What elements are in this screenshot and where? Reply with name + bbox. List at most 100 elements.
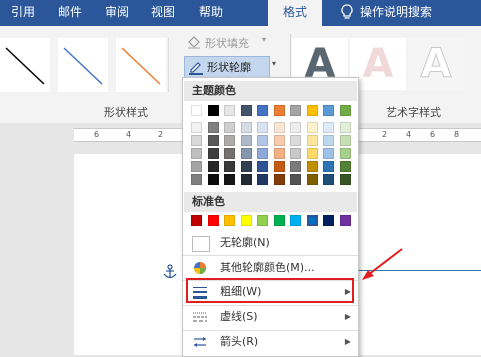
theme-shade-swatch[interactable] [241,122,252,133]
standard-color-swatch[interactable] [257,215,268,226]
theme-color-swatch[interactable] [257,105,268,116]
theme-shade-swatch[interactable] [241,161,252,172]
theme-shade-swatch[interactable] [191,122,202,133]
theme-shade-swatch[interactable] [340,161,351,172]
tab-help[interactable]: 帮助 [186,0,236,26]
tab-format[interactable]: 格式 [268,0,322,26]
theme-color-swatch[interactable] [323,105,334,116]
standard-color-swatch[interactable] [241,215,252,226]
theme-shade-swatch[interactable] [224,161,235,172]
tab-references[interactable]: 引用 [0,0,46,26]
theme-color-swatch[interactable] [290,105,301,116]
annotation-arrow [358,246,406,284]
theme-shade-swatch[interactable] [290,161,301,172]
tab-review[interactable]: 审阅 [94,0,140,26]
theme-shade-swatch[interactable] [224,135,235,146]
highlight-box [186,278,354,303]
theme-shade-swatch[interactable] [307,148,318,159]
chevron-down-icon: ▾ [272,59,277,68]
theme-shade-swatch[interactable] [290,148,301,159]
theme-shade-swatch[interactable] [340,135,351,146]
theme-shade-swatch[interactable] [208,148,219,159]
standard-color-swatch[interactable] [340,215,351,226]
theme-color-swatch[interactable] [241,105,252,116]
theme-shade-swatch[interactable] [340,148,351,159]
theme-color-swatch[interactable] [208,105,219,116]
theme-shade-swatch[interactable] [340,174,351,185]
tell-me-search[interactable]: 操作说明搜索 [360,0,472,26]
ruler-number: 6 [94,130,100,139]
theme-shade-swatch[interactable] [274,122,285,133]
theme-color-swatch[interactable] [191,105,202,116]
theme-color-swatch[interactable] [307,105,318,116]
theme-shade-swatch[interactable] [224,122,235,133]
theme-shade-swatch[interactable] [224,174,235,185]
theme-shade-swatch[interactable] [191,135,202,146]
theme-colors-header: 主题颜色 [184,81,357,101]
theme-shade-swatch[interactable] [191,174,202,185]
color-wheel-icon [192,261,208,275]
standard-color-swatch[interactable] [208,215,219,226]
theme-shade-swatch[interactable] [257,174,268,185]
lightbulb-icon [340,4,354,22]
tab-mailings[interactable]: 邮件 [46,0,94,26]
theme-shade-swatch[interactable] [241,148,252,159]
theme-shade-swatch[interactable] [274,135,285,146]
theme-shade-swatch[interactable] [241,174,252,185]
shape-fill-button[interactable]: 形状填充 [205,35,249,51]
theme-shade-swatch[interactable] [257,161,268,172]
standard-color-swatch[interactable] [290,215,301,226]
theme-shade-swatch[interactable] [323,122,334,133]
theme-shade-swatch[interactable] [257,122,268,133]
theme-shade-swatch[interactable] [307,161,318,172]
theme-shade-swatch[interactable] [224,148,235,159]
theme-shade-swatch[interactable] [208,135,219,146]
theme-shade-swatch[interactable] [323,161,334,172]
shape-outline-label: 形状轮廓 [207,61,251,74]
theme-shade-swatch[interactable] [290,122,301,133]
more-outline-colors-item[interactable]: 其他轮廓颜色(M)... [184,257,357,279]
theme-shade-swatch[interactable] [340,122,351,133]
theme-color-swatch[interactable] [340,105,351,116]
theme-shade-swatch[interactable] [208,174,219,185]
standard-color-swatch[interactable] [224,215,235,226]
theme-shade-swatch[interactable] [241,135,252,146]
shape-style-orange-line[interactable] [116,38,166,92]
theme-shade-swatch[interactable] [290,135,301,146]
chevron-down-icon: ▾ [262,35,267,44]
no-outline-item[interactable]: 无轮廓(N) [184,232,357,254]
shape-style-black-line[interactable] [0,38,50,92]
submenu-arrow-icon: ▶ [344,337,351,346]
dashes-item[interactable]: 虚线(S) ▶ [184,306,357,328]
standard-color-swatch[interactable] [191,215,202,226]
no-outline-icon [192,236,210,252]
theme-shade-swatch[interactable] [290,174,301,185]
theme-shade-swatch[interactable] [323,135,334,146]
theme-shade-swatch[interactable] [307,135,318,146]
theme-shade-swatch[interactable] [191,148,202,159]
standard-color-swatch[interactable] [274,215,285,226]
theme-color-swatch[interactable] [224,105,235,116]
theme-shade-swatch[interactable] [323,148,334,159]
theme-shade-swatch[interactable] [323,174,334,185]
theme-shade-swatch[interactable] [257,135,268,146]
theme-color-swatch[interactable] [274,105,285,116]
group-label-shape-styles: 形状样式 [104,106,148,119]
theme-shade-swatch[interactable] [257,148,268,159]
tab-view[interactable]: 视图 [140,0,186,26]
standard-color-swatch[interactable] [306,214,319,227]
shape-style-blue-line[interactable] [58,38,108,92]
theme-shade-swatch[interactable] [274,148,285,159]
theme-shade-swatch[interactable] [191,161,202,172]
theme-shade-swatch[interactable] [307,174,318,185]
theme-shade-swatch[interactable] [274,161,285,172]
menu-separator [183,255,358,256]
wordart-style-outline[interactable]: A [408,38,464,90]
gallery-scroll[interactable] [168,38,177,92]
arrows-item[interactable]: 箭头(R) ▶ [184,331,357,353]
theme-shade-swatch[interactable] [208,122,219,133]
theme-shade-swatch[interactable] [307,122,318,133]
theme-shade-swatch[interactable] [274,174,285,185]
theme-shade-swatch[interactable] [208,161,219,172]
standard-color-swatch[interactable] [323,215,334,226]
